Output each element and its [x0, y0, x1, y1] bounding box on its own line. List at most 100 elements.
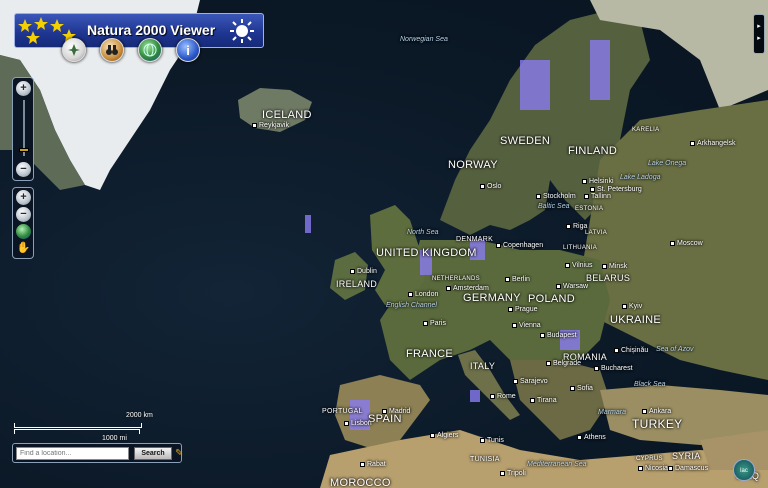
city-rome: Rome [490, 393, 516, 400]
city-moscow: Moscow [670, 240, 703, 247]
zoom-in-icon: + [20, 191, 27, 203]
city-belgrade: Belgrade [546, 360, 581, 367]
globe-button[interactable] [138, 38, 162, 62]
zoom-in-button[interactable]: + [16, 81, 31, 96]
city-chisinau: Chișinău [614, 347, 648, 354]
label-italy: ITALY [470, 361, 496, 371]
label-netherlands: NETHERLANDS [432, 276, 480, 282]
label-latvia: LATVIA [585, 230, 608, 236]
label-karelia: KARELIA [632, 127, 660, 133]
ireland-shape [330, 252, 368, 300]
zoom-box-in-button[interactable]: + [16, 190, 31, 205]
city-copenhagen: Copenhagen [496, 242, 543, 249]
scale-bar: 2000 km 1000 mi [14, 412, 159, 442]
label-tunisia: TUNISIA [470, 456, 500, 463]
label-lake-ladoga: Lake Ladoga [620, 174, 661, 181]
city-rabat: Rabat [360, 461, 386, 468]
layers-button[interactable] [62, 38, 86, 62]
city-oslo: Oslo [480, 183, 501, 190]
clear-broom-icon[interactable]: ✎ [175, 447, 185, 460]
full-extent-button[interactable] [16, 224, 31, 239]
label-morocco: MOROCCO [330, 477, 391, 488]
label-turkey: TURKEY [632, 417, 683, 431]
city-riga: Riga [566, 223, 587, 230]
city-warsaw: Warsaw [556, 283, 588, 290]
city-tirana: Tirana [530, 397, 557, 404]
city-minsk: Minsk [602, 263, 627, 270]
corner-logo-label: lac [740, 468, 748, 474]
city-st-petersburg: St. Petersburg [590, 186, 642, 193]
label-cyprus: CYPRUS [636, 456, 663, 462]
main-toolbar: i [62, 38, 200, 64]
zoom-in-icon: + [20, 82, 27, 94]
label-norwegian-sea: Norwegian Sea [400, 36, 448, 43]
label-finland: FINLAND [568, 145, 618, 157]
label-ukraine: UKRAINE [610, 314, 661, 326]
city-tunis: Tunis [480, 437, 504, 444]
label-baltic-sea: Baltic Sea [538, 203, 570, 210]
side-panel-toggle[interactable]: ▸ ▸ [753, 14, 765, 54]
sun-logo-icon [230, 19, 254, 43]
label-spain: SPAIN [368, 413, 402, 425]
label-estonia: ESTONIA [575, 206, 604, 212]
location-search: Search ✎ [12, 443, 185, 463]
city-sofia: Sofia [570, 385, 593, 392]
city-athens: Athens [577, 434, 606, 441]
label-portugal: PORTUGAL [322, 408, 363, 415]
city-madrid: Madrid [382, 408, 410, 415]
city-tallinn: Tallinn [584, 193, 611, 200]
info-button[interactable]: i [176, 38, 200, 62]
city-stockholm: Stockholm [536, 193, 576, 200]
city-vilnius: Vilnius [565, 262, 593, 269]
city-bucharest: Bucharest [594, 365, 633, 372]
label-lithuania: LITHUANIA [563, 245, 598, 251]
scale-mi-bar [14, 429, 140, 434]
city-amsterdam: Amsterdam [446, 285, 489, 292]
search-button[interactable]: Search [134, 447, 172, 460]
map-tools-control: + − ✋ [12, 187, 34, 259]
label-germany: GERMANY [463, 292, 521, 304]
binoculars-button[interactable] [100, 38, 124, 62]
city-ankara: Ankara [642, 408, 671, 415]
city-paris: Paris [423, 320, 446, 327]
city-damascus: Damascus [668, 465, 708, 472]
search-input[interactable] [16, 447, 129, 460]
city-helsinki: Helsinki [582, 178, 614, 185]
label-france: FRANCE [406, 348, 454, 360]
label-iceland: ICELAND [262, 109, 312, 121]
label-ireland: IRELAND [336, 279, 378, 289]
scale-km-bar [14, 423, 142, 428]
city-budapest: Budapest [540, 332, 577, 339]
label-poland: POLAND [528, 293, 576, 305]
pan-hand-icon: ✋ [16, 242, 31, 254]
zoom-slider-thumb[interactable] [19, 148, 29, 152]
balkans-shape [510, 360, 610, 440]
scale-km-label: 2000 km [126, 412, 153, 419]
label-belarus: BELARUS [586, 273, 631, 283]
label-sea-of-azov: Sea of Azov [656, 346, 694, 353]
label-united-kingdom: UNITED KINGDOM [376, 247, 477, 259]
layers-icon [68, 44, 80, 56]
zoom-out-button[interactable]: − [16, 162, 31, 177]
city-london: London [408, 291, 438, 298]
zoom-out-icon: − [20, 208, 27, 220]
scale-mi-label: 1000 mi [102, 435, 127, 442]
zoom-out-icon: − [20, 163, 27, 175]
city-lisbon: Lisbon [344, 420, 372, 427]
zoom-box-out-button[interactable]: − [16, 207, 31, 222]
label-english-channel: English Channel [386, 302, 437, 309]
label-syria: SYRIA [672, 451, 701, 461]
city-algiers: Algiers [430, 432, 458, 439]
label-norway: NORWAY [448, 159, 498, 171]
city-arkhangelsk: Arkhangelsk [690, 140, 736, 147]
label-mediterranean-sea: Mediterranean Sea [527, 461, 587, 468]
pan-button[interactable]: ✋ [16, 241, 31, 256]
city-sarajevo: Sarajevo [513, 378, 548, 385]
city-reykjavik: Reykjavik [252, 122, 289, 129]
city-kyiv: Kyiv [622, 303, 642, 310]
info-icon: i [186, 42, 190, 58]
globe-icon [143, 43, 157, 57]
corner-logo: lac [733, 459, 755, 481]
label-marmara: Marmara [598, 409, 627, 416]
city-tripoli: Tripoli [500, 470, 526, 477]
